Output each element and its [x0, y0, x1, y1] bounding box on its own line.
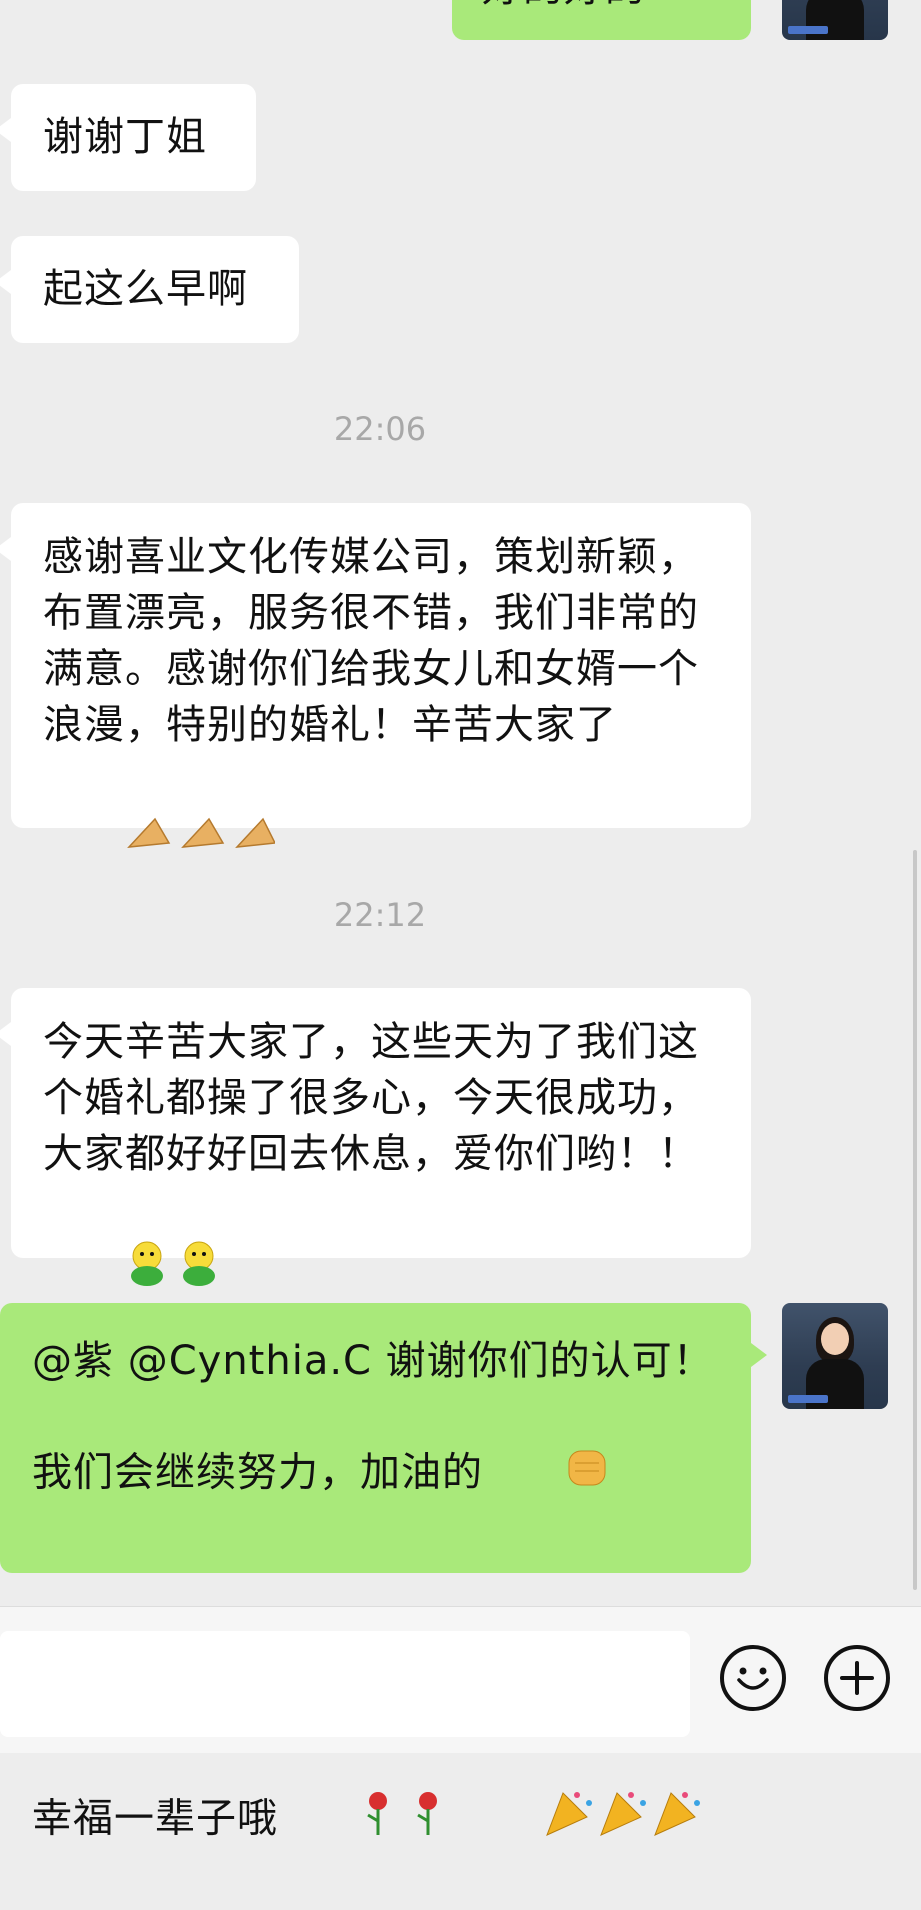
scrollbar[interactable] — [905, 0, 921, 1752]
scrollbar-thumb[interactable] — [913, 850, 917, 1590]
input-bar — [0, 1606, 921, 1753]
timestamp: 22:06 — [333, 410, 427, 448]
message-body: 今天辛苦大家了，这些天为了我们这个婚礼都操了很多心，今天很成功，大家都好好回去休… — [43, 1019, 699, 1177]
avatar[interactable] — [782, 1303, 888, 1409]
avatar[interactable] — [782, 0, 888, 40]
emoji-icon[interactable] — [720, 1645, 786, 1711]
message-body: @紫 @Cynthia.C 谢谢你们的认可！我们会继续努力，加油的 — [32, 1338, 714, 1496]
party-popper-emoji-icon — [460, 1731, 706, 1910]
outgoing-message[interactable]: @紫 @Cynthia.C 谢谢你们的认可！我们会继续努力，加油的 同时也祝福我… — [0, 1303, 767, 1842]
message-text: 感谢喜业文化传媒公司，策划新颖，布置漂亮，服务很不错，我们非常的满意。感谢你们给… — [43, 529, 733, 924]
rose-emoji-icon — [278, 1733, 460, 1908]
message-text: 谢谢丁姐 — [43, 114, 207, 160]
incoming-message[interactable]: 起这么早啊 — [0, 236, 299, 343]
plus-icon[interactable] — [824, 1645, 890, 1711]
message-text: 好的好的 — [482, 0, 646, 16]
outgoing-message-partial[interactable]: 好的好的 — [452, 0, 751, 40]
incoming-message[interactable]: 谢谢丁姐 — [0, 84, 256, 191]
fist-emoji-icon — [483, 1389, 611, 1560]
message-body: 感谢喜业文化传媒公司，策划新颖，布置漂亮，服务很不错，我们非常的满意。感谢你们给… — [43, 534, 699, 748]
message-input[interactable] — [0, 1631, 690, 1737]
message-text: 起这么早啊 — [43, 266, 248, 312]
timestamp: 22:12 — [333, 896, 427, 934]
incoming-message[interactable]: 感谢喜业文化传媒公司，策划新颖，布置漂亮，服务很不错，我们非常的满意。感谢你们给… — [0, 503, 751, 848]
incoming-message[interactable]: 今天辛苦大家了，这些天为了我们这个婚礼都操了很多心，今天很成功，大家都好好回去休… — [0, 988, 751, 1286]
